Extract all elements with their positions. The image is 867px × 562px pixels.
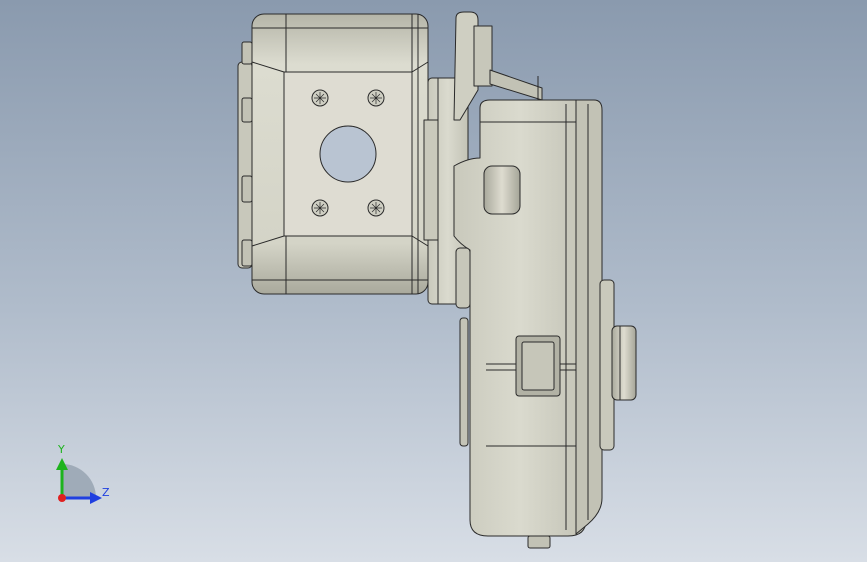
lower-boss (515, 335, 561, 397)
y-axis-label: Y (58, 443, 65, 456)
gearbox-housing (453, 99, 587, 537)
x-axis-dot (58, 494, 66, 502)
side-cover (575, 99, 615, 535)
axis-triad (56, 458, 102, 504)
shaft-bore (319, 125, 377, 183)
gearbox-model[interactable] (0, 0, 867, 562)
motor-end-cap (237, 41, 253, 269)
housing-ribs (455, 247, 471, 447)
z-axis-label: Z (102, 486, 110, 499)
cad-3d-viewport[interactable]: Y Z (0, 0, 867, 562)
output-shaft (611, 325, 637, 401)
drain-plug (527, 535, 551, 549)
upper-boss (483, 165, 521, 215)
